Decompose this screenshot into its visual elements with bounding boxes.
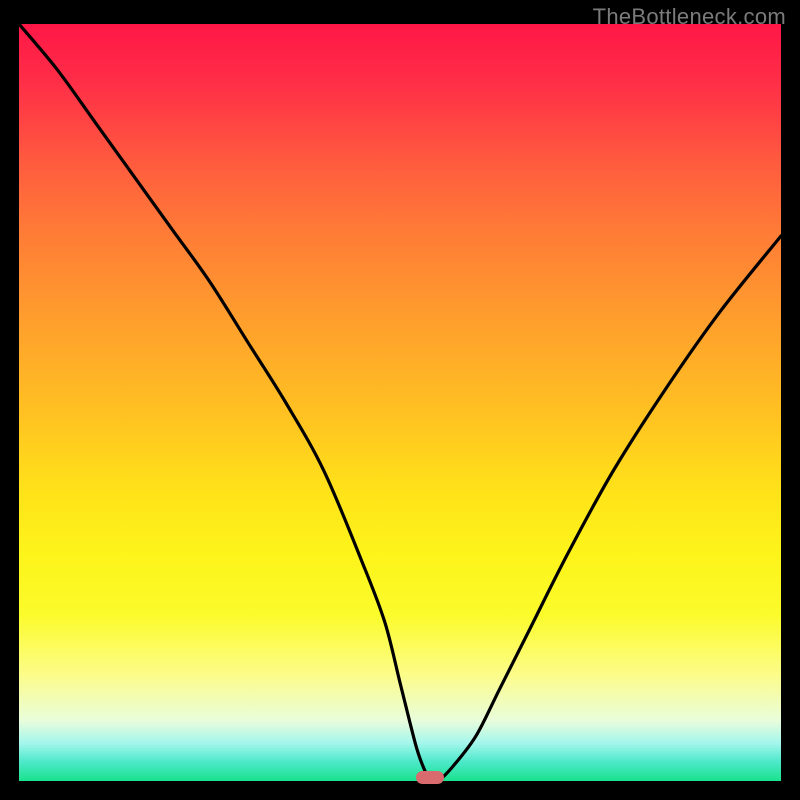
bottleneck-curve bbox=[19, 24, 781, 781]
watermark-text: TheBottleneck.com bbox=[593, 4, 786, 30]
plot-area bbox=[19, 24, 781, 781]
minimum-marker bbox=[416, 771, 444, 784]
chart-frame: TheBottleneck.com bbox=[0, 0, 800, 800]
